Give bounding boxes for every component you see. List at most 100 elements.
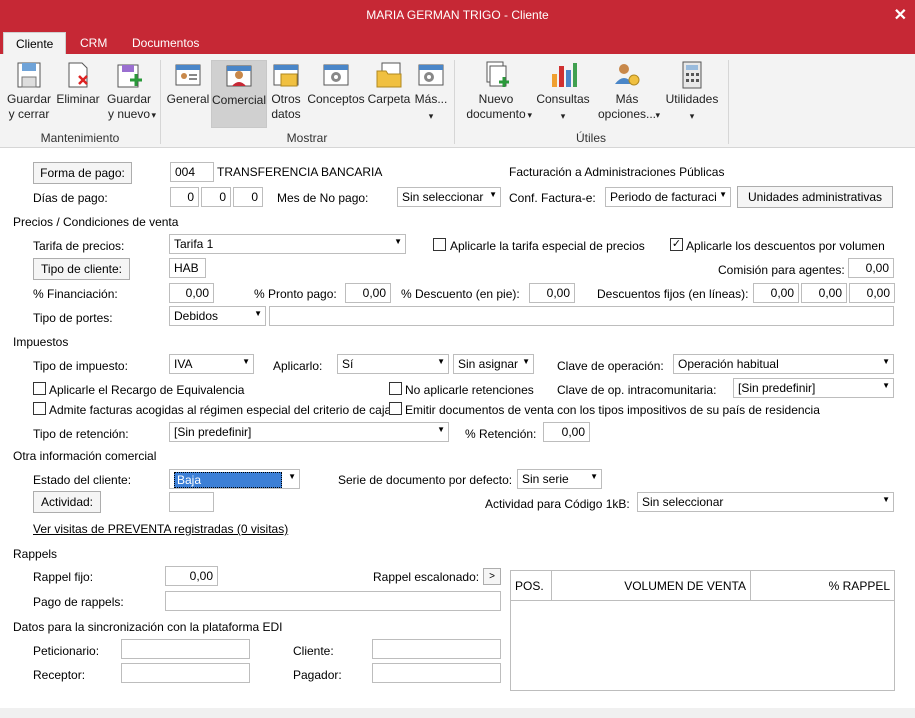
comercial-button[interactable]: Comercial [211, 60, 267, 128]
mas-dropdown-icon: ▾ [428, 111, 434, 121]
group-mostrar: Mostrar [286, 131, 328, 145]
tipo-cliente-input[interactable]: HAB [169, 258, 206, 278]
carpeta-label: Carpeta [367, 92, 411, 106]
receptor-label: Receptor: [33, 668, 86, 682]
conceptos-button[interactable]: Conceptos [307, 60, 365, 107]
descuento-fijo-input-2[interactable]: 0,00 [801, 283, 847, 303]
chevron-down-icon: ▼ [437, 357, 445, 366]
nuevo-documento-dropdown-icon: ▾ [527, 110, 532, 120]
tarifa-select[interactable]: Tarifa 1 ▼ [169, 234, 406, 254]
estado-select[interactable]: Baja ▼ [169, 469, 300, 489]
mas-opciones-button[interactable]: Más opciones... ▾ [594, 60, 660, 122]
forma-pago-code-input[interactable]: 004 [170, 162, 214, 182]
guardar-nuevo-button[interactable]: Guardar y nuevo ▾ [104, 60, 156, 122]
descuento-pie-label: % Descuento (en pie): [401, 287, 520, 301]
conceptos-gear-icon [321, 60, 351, 90]
nuevo-documento-button[interactable]: Nuevo documento ▾ [460, 60, 532, 122]
unidades-administrativas-button[interactable]: Unidades administrativas [737, 186, 893, 208]
title-bar: MARIA GERMAN TRIGO - Cliente ✕ [0, 0, 915, 32]
rappel-escalonado-button[interactable]: > [483, 568, 501, 585]
chevron-down-icon: ▼ [590, 472, 598, 481]
pagador-label: Pagador: [293, 668, 342, 682]
utilidades-button[interactable]: Utilidades ▾ [664, 60, 720, 124]
window-title: MARIA GERMAN TRIGO - Cliente [366, 8, 549, 22]
asignar-select[interactable]: Sin asignar ▼ [453, 354, 534, 374]
tipo-retencion-select[interactable]: [Sin predefinir] ▼ [169, 422, 449, 442]
pagador-input[interactable] [372, 663, 501, 683]
chevron-down-icon: ▼ [242, 357, 250, 366]
grid-header-rappel[interactable]: % RAPPEL [751, 571, 894, 601]
rappel-fijo-input[interactable]: 0,00 [165, 566, 218, 586]
tarifa-especial-checkbox[interactable] [433, 238, 446, 251]
chevron-down-icon: ▼ [394, 237, 402, 246]
clave-operacion-select[interactable]: Operación habitual ▼ [673, 354, 894, 374]
retencion-input[interactable]: 0,00 [543, 422, 590, 442]
actividad-1kb-select[interactable]: Sin seleccionar ▼ [637, 492, 894, 512]
impuestos-section-title: Impuestos [13, 335, 69, 349]
comision-input[interactable]: 0,00 [848, 258, 894, 278]
tab-documentos[interactable]: Documentos [120, 32, 211, 54]
financiacion-input[interactable]: 0,00 [169, 283, 214, 303]
close-icon[interactable]: ✕ [894, 5, 907, 25]
mes-no-pago-select[interactable]: Sin seleccionar ▼ [397, 187, 501, 207]
rappel-grid[interactable]: POS. VOLUMEN DE VENTA % RAPPEL [510, 570, 895, 691]
clave-intracom-label: Clave de op. intracomunitaria: [557, 383, 717, 397]
tab-cliente[interactable]: Cliente [3, 32, 67, 54]
general-button[interactable]: General [166, 60, 210, 107]
emitir-documentos-checkbox[interactable] [389, 402, 402, 415]
tab-crm[interactable]: CRM [68, 32, 119, 54]
aplicarlo-select[interactable]: Sí ▼ [337, 354, 449, 374]
rappel-fijo-label: Rappel fijo: [33, 570, 94, 584]
dias-pago-input-2[interactable]: 0 [201, 187, 231, 207]
tipo-impuesto-select[interactable]: IVA ▼ [169, 354, 254, 374]
dias-pago-input-1[interactable]: 0 [170, 187, 199, 207]
pronto-pago-input[interactable]: 0,00 [345, 283, 391, 303]
ribbon: Guardar y cerrar Eliminar Guardar y nuev… [0, 54, 915, 148]
tipo-portes-description-input[interactable] [269, 306, 894, 326]
actividad-input[interactable] [169, 492, 214, 512]
comercial-person-icon [224, 61, 254, 91]
grid-header-pos[interactable]: POS. [511, 571, 552, 601]
save-new-icon [114, 60, 144, 90]
tarifa-label: Tarifa de precios: [33, 239, 125, 253]
chevron-down-icon: ▼ [437, 425, 445, 434]
forma-pago-button[interactable]: Forma de pago: [33, 162, 132, 184]
tipo-portes-select[interactable]: Debidos ▼ [169, 306, 266, 326]
no-retenciones-checkbox[interactable] [389, 382, 402, 395]
edi-section-title: Datos para la sincronización con la plat… [13, 620, 283, 634]
conf-factura-label: Conf. Factura-e: [509, 191, 596, 205]
recargo-equivalencia-label: Aplicarle el Recargo de Equivalencia [49, 383, 245, 397]
cliente-input[interactable] [372, 639, 501, 659]
descuento-pie-input[interactable]: 0,00 [529, 283, 575, 303]
mas-button[interactable]: Más... ▾ [414, 60, 448, 124]
chevron-down-icon: ▼ [882, 381, 890, 390]
conf-factura-select[interactable]: Periodo de facturaci ▼ [605, 187, 731, 207]
tipo-cliente-button[interactable]: Tipo de cliente: [33, 258, 130, 280]
facturacion-admin-label: Facturación a Administraciones Públicas [509, 165, 725, 179]
consultas-button[interactable]: Consultas ▾ [536, 60, 590, 124]
clave-intracom-select[interactable]: [Sin predefinir] ▼ [733, 378, 894, 398]
eliminar-button[interactable]: Eliminar [55, 60, 101, 107]
utilidades-label: Utilidades [665, 92, 719, 106]
criterio-caja-checkbox[interactable] [33, 402, 46, 415]
guardar-nuevo-label: Guardar y nuevo [106, 92, 152, 121]
descuento-fijo-input-3[interactable]: 0,00 [849, 283, 895, 303]
descuentos-volumen-checkbox[interactable]: ✓ [670, 238, 683, 251]
actividad-button[interactable]: Actividad: [33, 491, 101, 513]
tipo-retencion-label: Tipo de retención: [33, 427, 129, 441]
receptor-input[interactable] [121, 663, 250, 683]
descuento-fijo-input-1[interactable]: 0,00 [753, 283, 799, 303]
grid-header-volumen[interactable]: VOLUMEN DE VENTA [552, 571, 751, 601]
dias-pago-input-3[interactable]: 0 [233, 187, 263, 207]
recargo-equivalencia-checkbox[interactable] [33, 382, 46, 395]
serie-select[interactable]: Sin serie ▼ [517, 469, 602, 489]
otros-datos-icon [271, 60, 301, 90]
ver-visitas-link[interactable]: Ver visitas de PREVENTA registradas (0 v… [33, 522, 288, 536]
pago-rappels-input[interactable] [165, 591, 501, 611]
chevron-down-icon: ▼ [882, 357, 890, 366]
carpeta-button[interactable]: Carpeta [367, 60, 411, 107]
otros-datos-button[interactable]: Otros datos [268, 60, 304, 122]
guardar-cerrar-button[interactable]: Guardar y cerrar [6, 60, 52, 122]
users-coins-icon [612, 60, 642, 90]
peticionario-input[interactable] [121, 639, 250, 659]
